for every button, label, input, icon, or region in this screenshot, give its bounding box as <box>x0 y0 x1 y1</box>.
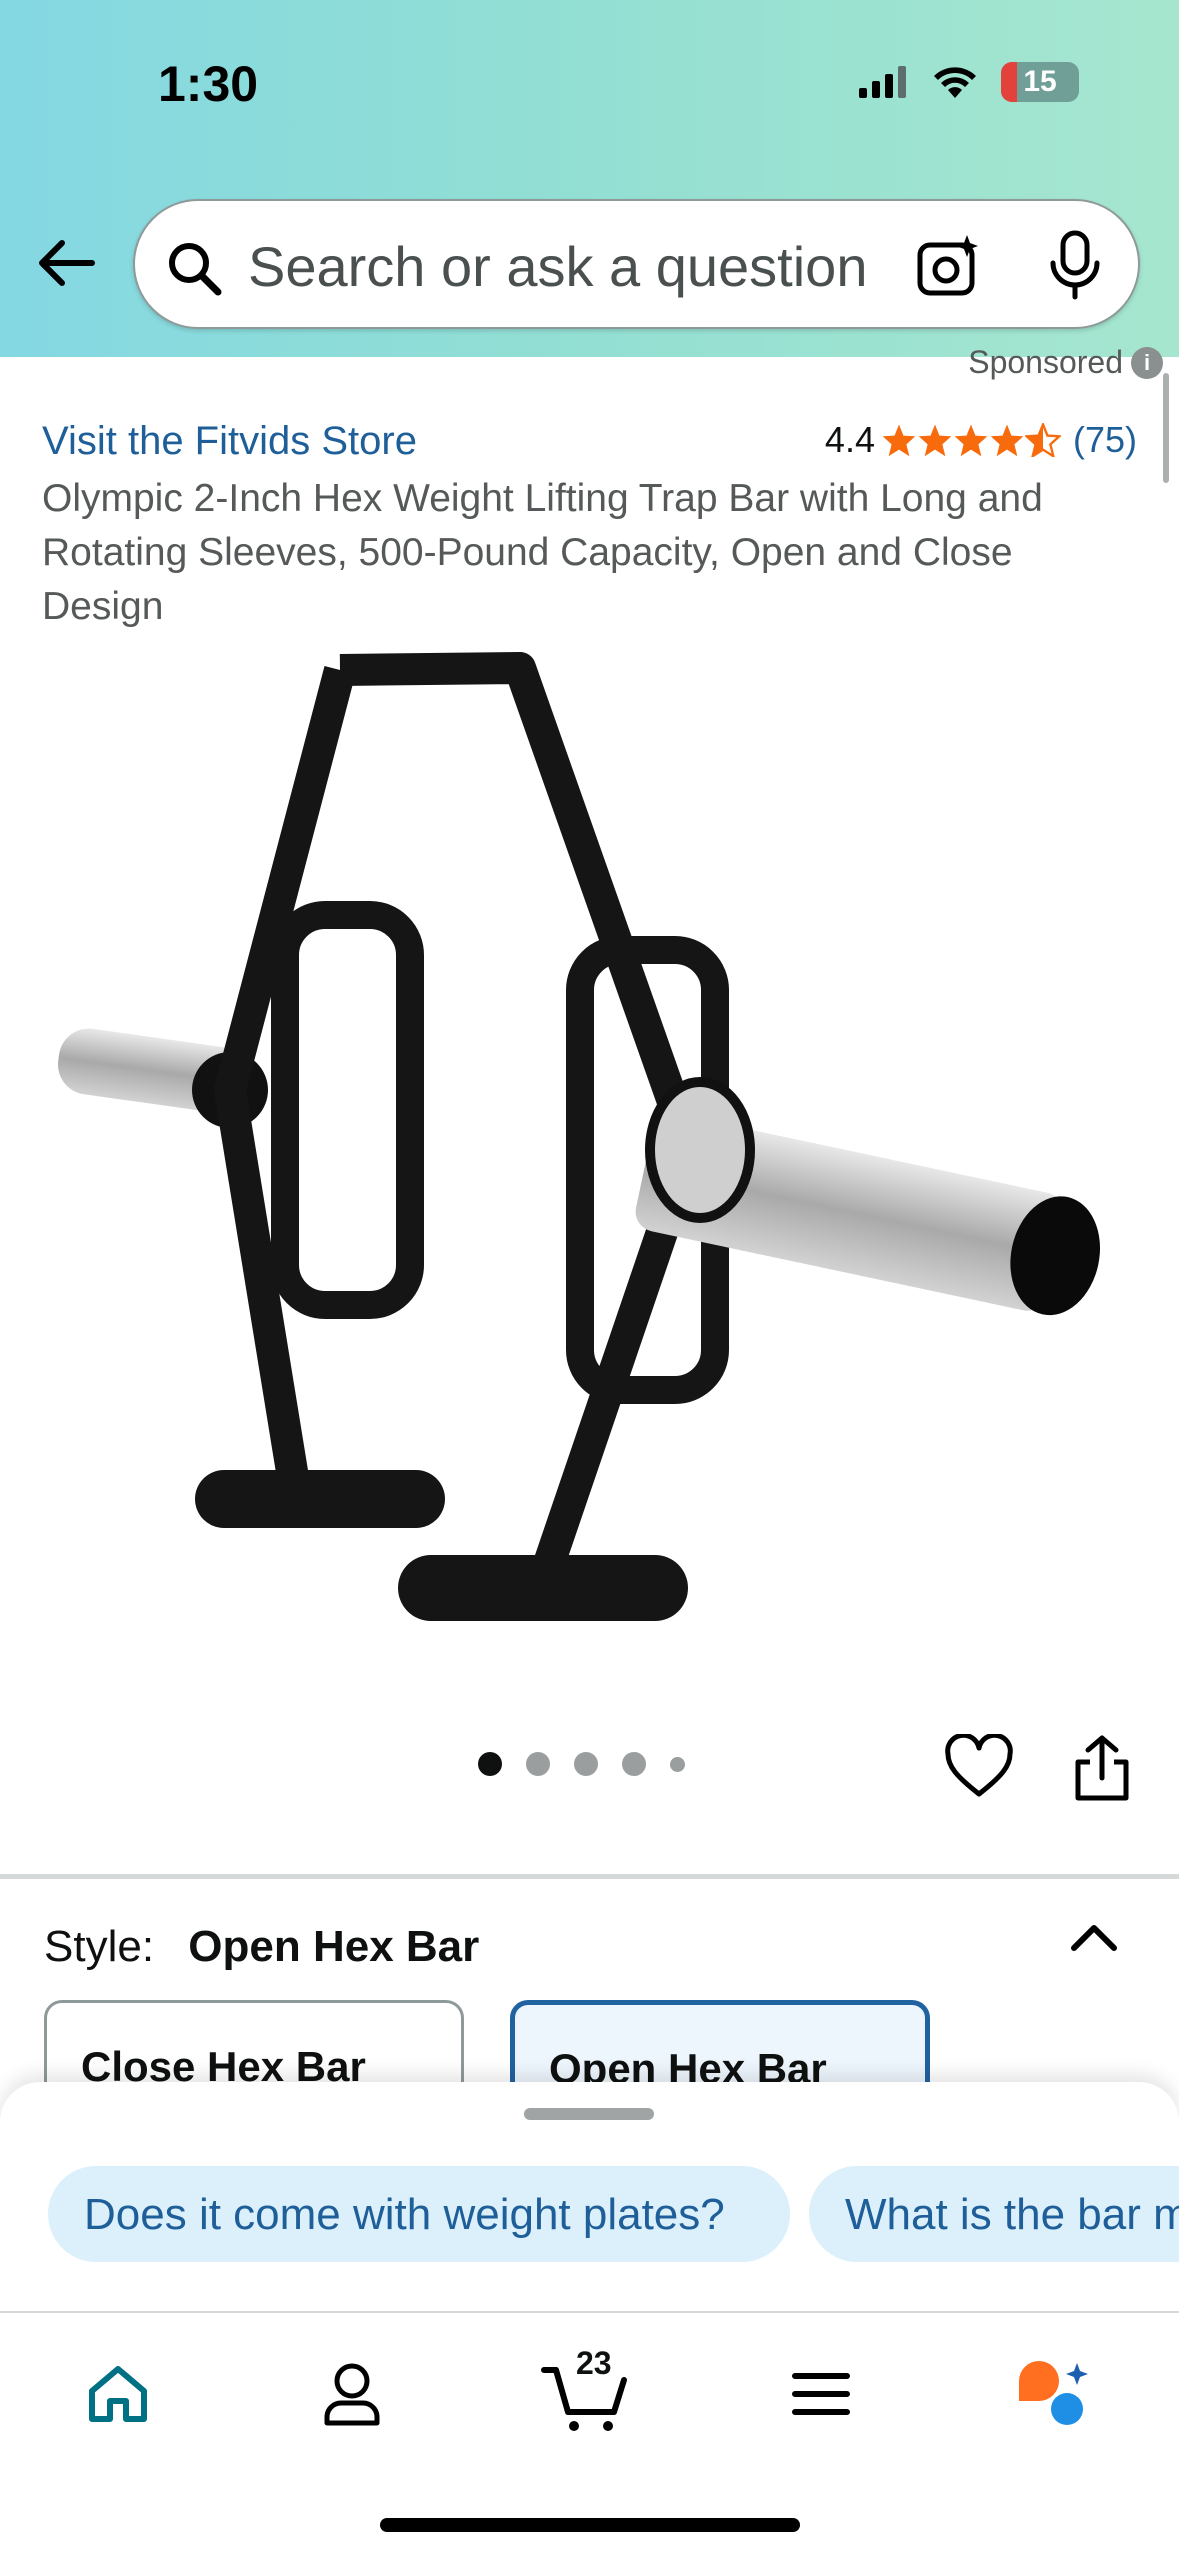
star-rating <box>881 423 1061 457</box>
account-icon <box>324 2363 380 2426</box>
tab-menu[interactable] <box>776 2349 866 2439</box>
style-selected-value: Open Hex Bar <box>188 1922 480 1971</box>
camera-lens-icon[interactable] <box>915 233 981 299</box>
search-input[interactable]: Search or ask a question <box>248 234 953 299</box>
sponsored-label[interactable]: Sponsored i <box>968 344 1163 381</box>
store-link[interactable]: Visit the Fitvids Store <box>42 419 417 464</box>
info-icon[interactable]: i <box>1131 346 1163 379</box>
half-star-icon <box>1024 423 1061 457</box>
home-indicator <box>380 2518 800 2532</box>
search-bar[interactable]: Search or ask a question <box>133 199 1140 329</box>
star-icon <box>990 424 1024 457</box>
rufus-icon <box>1019 2361 1088 2425</box>
pagination-dot[interactable] <box>478 1752 502 1776</box>
suggestions-sheet: Does it come with weight plates? What is… <box>0 2082 1179 2312</box>
pagination-dot[interactable] <box>622 1752 646 1776</box>
battery-indicator: 15 <box>1001 62 1079 102</box>
chevron-up-icon <box>1071 1925 1117 1951</box>
suggestion-chip[interactable]: What is the bar material? <box>809 2166 1179 2262</box>
share-button[interactable] <box>1070 1734 1134 1809</box>
back-arrow-icon <box>39 240 95 286</box>
tab-account[interactable] <box>307 2349 397 2439</box>
collapse-button[interactable] <box>1068 1916 1120 1961</box>
style-key: Style: <box>44 1922 155 1971</box>
wishlist-button[interactable] <box>944 1732 1014 1805</box>
header: 1:30 15 Search or ask a question <box>0 0 1179 357</box>
wifi-icon <box>934 67 976 98</box>
tab-cart[interactable]: 23 <box>540 2345 630 2439</box>
scroll-indicator <box>1163 373 1169 483</box>
cart-count-badge: 23 <box>576 2345 612 2381</box>
sponsored-text: Sponsored <box>968 344 1123 380</box>
image-pagination[interactable] <box>478 1752 685 1776</box>
star-icon <box>882 424 916 457</box>
home-icon <box>89 2366 147 2422</box>
search-icon <box>169 243 222 296</box>
heart-icon <box>945 1732 1013 1797</box>
back-button[interactable] <box>30 228 100 298</box>
status-time: 1:30 <box>158 56 259 112</box>
battery-level: 15 <box>1023 65 1057 98</box>
rating-summary[interactable]: 4.4 (75) <box>825 419 1137 461</box>
rating-count[interactable]: (75) <box>1073 419 1137 461</box>
status-icons: 15 <box>859 62 1079 102</box>
bottom-tab-bar: 23 <box>0 2311 1179 2556</box>
signal-icon <box>859 66 906 98</box>
rating-value: 4.4 <box>824 419 875 460</box>
star-icon <box>954 424 988 457</box>
product-title: Olympic 2-Inch Hex Weight Lifting Trap B… <box>42 477 1043 628</box>
menu-icon <box>792 2373 850 2415</box>
star-icon <box>918 424 952 457</box>
tab-rufus[interactable] <box>1010 2349 1100 2439</box>
sheet-grabber[interactable] <box>524 2108 654 2120</box>
product-image[interactable] <box>40 650 1140 1650</box>
section-divider <box>0 1874 1179 1879</box>
share-icon <box>1075 1735 1129 1801</box>
style-selector-label: Style: Open Hex Bar <box>44 1922 479 1972</box>
suggestion-chip[interactable]: Does it come with weight plates? <box>48 2166 790 2262</box>
pagination-dot[interactable] <box>526 1752 550 1776</box>
tab-home[interactable] <box>73 2349 163 2439</box>
pagination-dot[interactable] <box>574 1752 598 1776</box>
pagination-dot[interactable] <box>670 1756 685 1772</box>
microphone-icon[interactable] <box>1047 229 1103 301</box>
